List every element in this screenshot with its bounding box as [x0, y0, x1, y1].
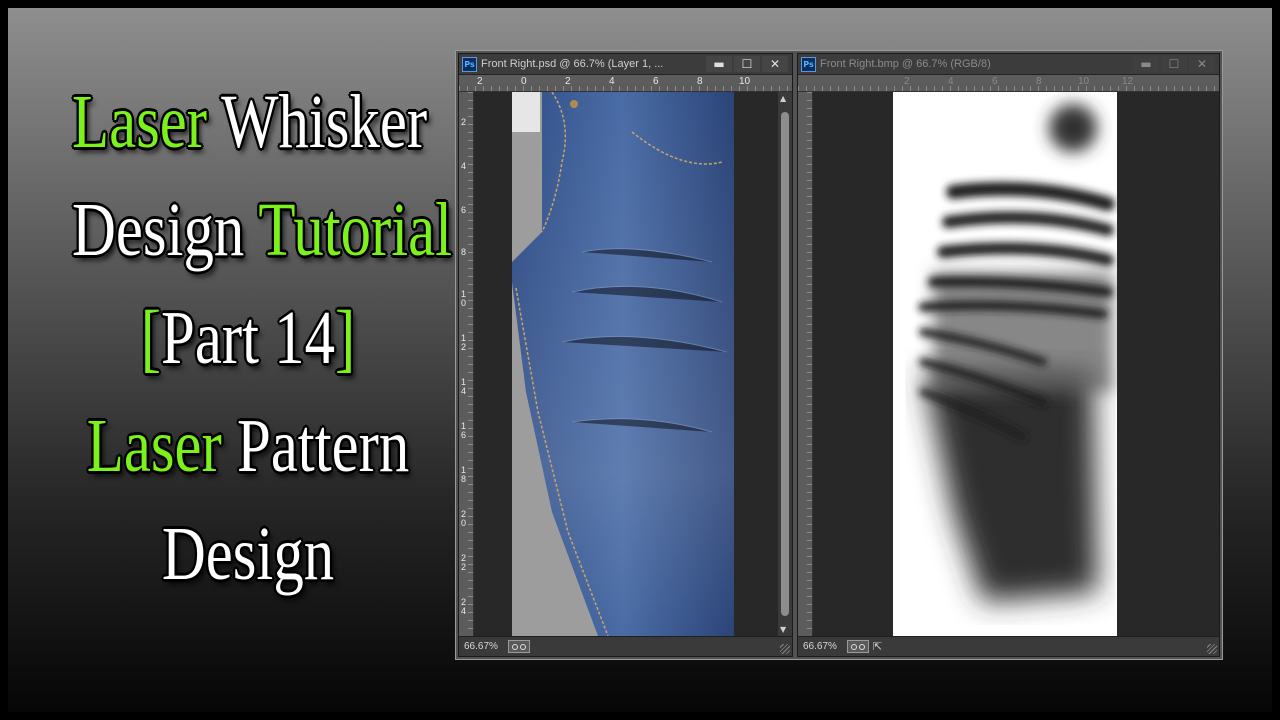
close-button[interactable]: ✕ — [762, 56, 788, 72]
photoshop-icon: Ps — [462, 56, 477, 72]
tutorial-title: Laser Whisker Design Tutorial [Part 14] … — [72, 68, 453, 608]
document-titlebar[interactable]: Ps Front Right.bmp @ 66.7% (RGB/8) ▬ ☐ ✕ — [798, 54, 1219, 75]
title-line-5: Design — [161, 512, 335, 596]
close-button[interactable]: ✕ — [1189, 56, 1215, 72]
document-window-psd[interactable]: Ps Front Right.psd @ 66.7% (Layer 1, ...… — [458, 53, 793, 657]
document-titlebar[interactable]: Ps Front Right.psd @ 66.7% (Layer 1, ...… — [459, 54, 792, 75]
resize-grip-icon[interactable] — [780, 644, 790, 654]
share-icon[interactable]: ⇱ — [873, 640, 882, 653]
vertical-ruler[interactable]: 2 4 6 8 10 12 14 16 18 20 22 24 — [459, 92, 474, 636]
title-line-4: Laser Pattern — [86, 404, 410, 488]
vertical-ruler[interactable] — [798, 92, 813, 636]
document-window-bmp[interactable]: Ps Front Right.bmp @ 66.7% (RGB/8) ▬ ☐ ✕… — [797, 53, 1220, 657]
status-bar: 66.67% ⇱ — [798, 636, 1219, 656]
scroll-down-icon[interactable]: ▼ — [780, 625, 786, 634]
maximize-button[interactable]: ☐ — [734, 56, 760, 72]
document-title: Front Right.bmp @ 66.7% (RGB/8) — [820, 58, 991, 70]
status-bar: 66.67% — [459, 636, 792, 656]
zoom-level[interactable]: 66.67% — [464, 641, 498, 652]
zoom-level[interactable]: 66.67% — [803, 641, 837, 652]
minimize-button[interactable]: ▬ — [706, 56, 732, 72]
scrollbar-thumb[interactable] — [781, 112, 789, 616]
title-line-3: [Part 14] — [140, 296, 356, 380]
scroll-up-icon[interactable]: ▲ — [780, 94, 786, 103]
title-line-1: Laser Whisker — [72, 80, 428, 164]
minimize-button[interactable]: ▬ — [1133, 56, 1159, 72]
horizontal-ruler[interactable]: 2 4 6 8 10 12 — [798, 75, 1219, 92]
laser-pattern-image — [893, 92, 1117, 636]
horizontal-ruler[interactable]: 2 0 2 4 6 8 10 — [459, 75, 792, 92]
document-info-icon[interactable] — [846, 640, 869, 653]
vertical-scrollbar[interactable]: ▲ ▼ — [778, 92, 792, 636]
document-info-icon[interactable] — [507, 640, 530, 653]
maximize-button[interactable]: ☐ — [1161, 56, 1187, 72]
photoshop-icon: Ps — [801, 56, 816, 72]
denim-jeans-image — [512, 92, 734, 636]
document-canvas[interactable] — [474, 92, 778, 636]
document-canvas[interactable] — [813, 92, 1219, 636]
title-line-2: Design Tutorial — [72, 188, 453, 272]
photoshop-workspace: Ps Front Right.psd @ 66.7% (Layer 1, ...… — [455, 50, 1223, 660]
document-title: Front Right.psd @ 66.7% (Layer 1, ... — [481, 58, 664, 70]
resize-grip-icon[interactable] — [1207, 644, 1217, 654]
